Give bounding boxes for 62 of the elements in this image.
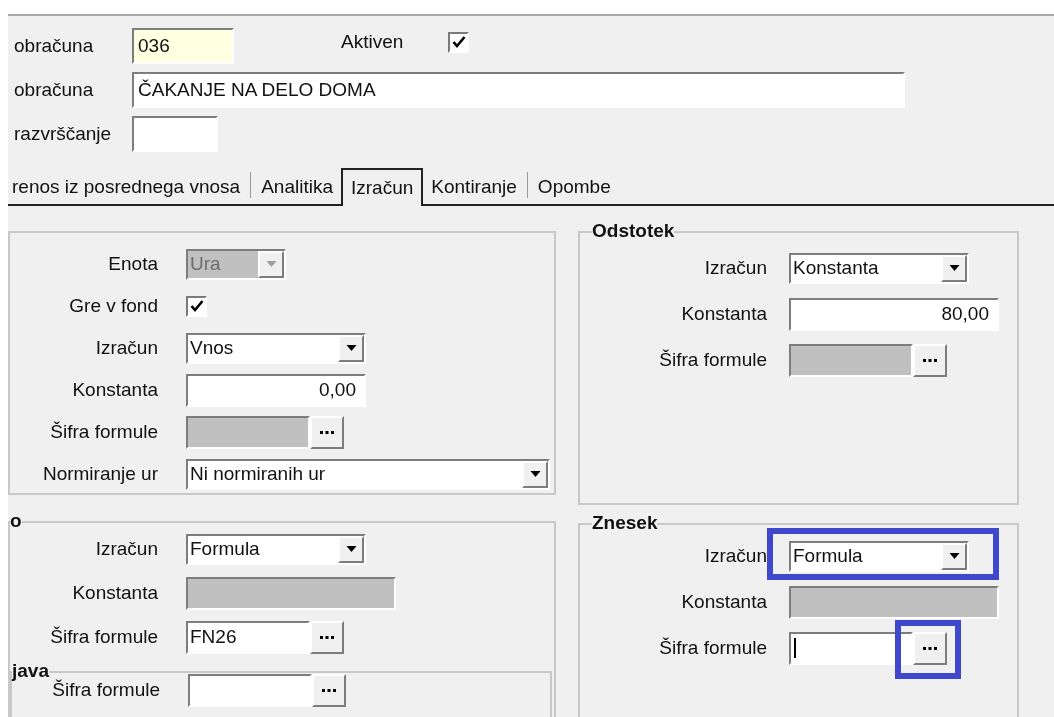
checkbox-label: Aktiven: [341, 29, 404, 54]
caret-icon: [265, 261, 277, 267]
checkbox[interactable]: [186, 295, 207, 317]
dropdown-button[interactable]: [338, 535, 364, 563]
dropdown-button[interactable]: [941, 542, 967, 570]
check-icon: [451, 35, 466, 49]
field-label: Konstanta: [680, 301, 767, 326]
field-label: Gre v fond: [68, 293, 158, 318]
text-field[interactable]: [132, 116, 218, 152]
ellipsis-icon: [923, 646, 937, 650]
field-label: Izračun: [703, 543, 767, 568]
caret-icon: [948, 265, 960, 271]
field-label: Konstanta: [71, 580, 158, 605]
text-field[interactable]: [789, 631, 913, 665]
dropdown[interactable]: Ni normiranih ur: [186, 458, 550, 490]
dropdown[interactable]: Vnos: [186, 332, 366, 364]
text-field[interactable]: ČAKANJE NA DELO DOMA: [132, 72, 905, 108]
field-label: Izračun: [94, 536, 158, 561]
field-label: Šifra formule: [51, 677, 160, 702]
text-cursor: [794, 638, 796, 658]
ellipsis-icon: [320, 635, 334, 639]
field-label: Šifra formule: [658, 347, 767, 372]
caret-icon: [345, 345, 357, 351]
caret-icon: [529, 471, 541, 477]
tab[interactable]: Opombe: [535, 170, 613, 204]
dropdown[interactable]: Konstanta: [789, 252, 969, 284]
field-label: obračuna: [13, 33, 95, 58]
tab[interactable]: renos iz posrednega vnosa: [8, 170, 243, 204]
field-label: razvrščanje: [13, 121, 113, 146]
field-label: Šifra formule: [49, 419, 158, 444]
text-field[interactable]: 036: [132, 28, 234, 64]
browse-button[interactable]: [312, 673, 346, 707]
number-field[interactable]: 0,00: [186, 373, 366, 407]
caret-icon: [345, 546, 357, 552]
field-label: obračuna: [13, 77, 95, 102]
caret-icon: [948, 553, 960, 559]
text-field[interactable]: FN26: [186, 620, 310, 654]
dropdown[interactable]: Formula: [789, 540, 969, 572]
tab[interactable]: Izračun: [341, 168, 424, 206]
text-field[interactable]: [188, 673, 312, 707]
dropdown-button[interactable]: [522, 460, 548, 488]
dropdown[interactable]: Formula: [186, 533, 366, 565]
field-label: Konstanta: [680, 589, 767, 614]
field-label: Šifra formule: [658, 635, 767, 660]
ellipsis-icon: [322, 688, 336, 692]
browse-button[interactable]: [310, 620, 344, 654]
browse-button[interactable]: [913, 631, 947, 665]
tab[interactable]: Analitika: [259, 170, 335, 204]
check-icon: [189, 299, 204, 313]
field-label: Enota: [107, 251, 158, 276]
field-label: Normiranje ur: [41, 461, 158, 486]
dropdown-button[interactable]: [941, 254, 967, 282]
checkbox[interactable]: [448, 31, 470, 53]
field-label: Konstanta: [71, 377, 158, 402]
dropdown-button[interactable]: [338, 334, 364, 362]
tab[interactable]: Kontiranje: [429, 170, 519, 204]
ellipsis-icon: [923, 358, 937, 362]
field-label: Šifra formule: [49, 624, 158, 649]
field-label: Izračun: [94, 335, 158, 360]
number-field[interactable]: 80,00: [789, 297, 999, 331]
ellipsis-icon: [320, 430, 334, 434]
field-label: Izračun: [703, 255, 767, 280]
